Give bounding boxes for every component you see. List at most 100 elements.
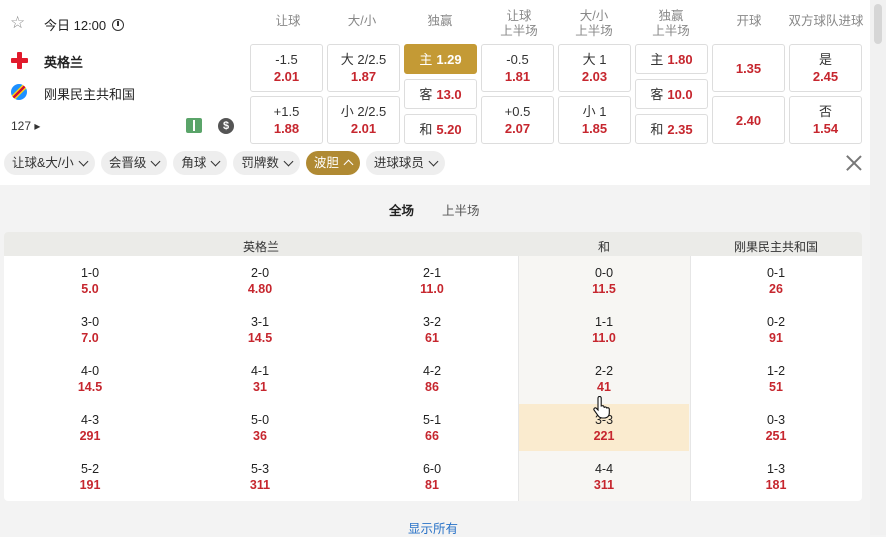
filter-cards[interactable]: 罚牌数 — [233, 151, 300, 175]
market-filter-bar: 让球&大/小 会晋级 角球 罚牌数 波胆 进球球员 — [4, 151, 445, 175]
score-odds: 51 — [769, 380, 783, 394]
score-odds: 7.0 — [81, 331, 99, 345]
odds-moneyline-home[interactable]: 主 1.29 — [404, 44, 477, 74]
chevron-down-icon — [150, 156, 161, 166]
odds-kickoff-away[interactable]: 2.40 — [712, 96, 785, 144]
odds-handicap-home[interactable]: -1.5 2.01 — [250, 44, 323, 92]
odds-moneyline-h1-away[interactable]: 客 10.0 — [635, 79, 708, 109]
score-odds: 36 — [253, 429, 267, 443]
score-cell[interactable]: 5-3 311 — [210, 461, 310, 493]
dr-congo-flag-icon — [11, 84, 27, 100]
score-cell[interactable]: 0-3 251 — [726, 412, 826, 444]
score-cell[interactable]: 4-1 31 — [210, 363, 310, 395]
filter-correct-score[interactable]: 波胆 — [305, 151, 360, 175]
chevron-up-icon — [343, 159, 354, 170]
score-cell[interactable]: 6-0 81 — [382, 461, 482, 493]
score-odds: 191 — [79, 478, 101, 492]
score-cell[interactable]: 1-2 51 — [726, 363, 826, 395]
score-odds: 61 — [425, 331, 439, 345]
score-cell[interactable]: 4-0 14.5 — [40, 363, 140, 395]
score-cell[interactable]: 2-2 41 — [554, 363, 654, 395]
odds-line: 客 — [650, 86, 664, 102]
match-time-text: 今日 12:00 — [44, 18, 107, 33]
score-cell[interactable]: 3-2 61 — [382, 314, 482, 346]
odds-value: 1.80 — [667, 51, 693, 67]
score-cell[interactable]: 4-2 86 — [382, 363, 482, 395]
clock-icon — [112, 19, 125, 31]
tab-full-time[interactable]: 全场 — [389, 200, 414, 219]
odds-btts-no[interactable]: 否 1.54 — [789, 96, 862, 144]
odds-handicap-h1-away[interactable]: +0.5 2.07 — [481, 96, 554, 144]
odds-over[interactable]: 大 2/2.5 1.87 — [327, 44, 400, 92]
close-icon[interactable] — [843, 152, 865, 174]
tab-first-half[interactable]: 上半场 — [442, 200, 480, 219]
score-label: 3-2 — [422, 315, 442, 329]
score-label: 6-0 — [422, 462, 442, 476]
dollar-icon[interactable]: $ — [218, 118, 234, 134]
odds-over-h1[interactable]: 大 1 2.03 — [558, 44, 631, 92]
col-both-teams-score: 双方球队进球 — [788, 14, 864, 28]
score-cell[interactable]: 5-1 66 — [382, 412, 482, 444]
filter-to-qualify[interactable]: 会晋级 — [100, 151, 168, 175]
odds-value: 2.03 — [581, 69, 608, 84]
show-all-link[interactable]: 显示所有 — [408, 518, 458, 537]
odds-value: 1.87 — [350, 69, 377, 84]
odds-moneyline-h1-home[interactable]: 主 1.80 — [635, 44, 708, 74]
away-team-name: 刚果民主共和国 — [44, 87, 136, 102]
odds-handicap-away[interactable]: +1.5 1.88 — [250, 96, 323, 144]
score-odds: 81 — [425, 478, 439, 492]
pitch-icon[interactable] — [186, 118, 202, 133]
score-cell[interactable]: 1-3 181 — [726, 461, 826, 493]
filter-label: 波胆 — [313, 156, 339, 170]
col-over-under-h1: 大/小 上半场 — [575, 9, 613, 38]
filter-goalscorer[interactable]: 进球球员 — [365, 151, 445, 175]
chevron-down-icon — [283, 156, 294, 166]
score-label: 4-4 — [594, 462, 614, 476]
odds-line: 和 — [419, 121, 433, 137]
odds-under-h1[interactable]: 小 1 1.85 — [558, 96, 631, 144]
score-odds: 91 — [769, 331, 783, 345]
score-cell[interactable]: 4-3 291 — [40, 412, 140, 444]
score-cell[interactable]: 0-0 11.5 — [554, 265, 654, 297]
odds-line: -0.5 — [506, 52, 529, 67]
favorite-star-icon[interactable]: ☆ — [10, 14, 25, 31]
home-team-name: 英格兰 — [44, 55, 84, 70]
score-cell[interactable]: 1-1 11.0 — [554, 314, 654, 346]
odds-value: 1.88 — [273, 121, 300, 136]
odds-value: 10.0 — [667, 86, 693, 102]
scrollbar[interactable] — [870, 0, 886, 535]
odds-btts-yes[interactable]: 是 2.45 — [789, 44, 862, 92]
odds-moneyline-away[interactable]: 客 13.0 — [404, 79, 477, 109]
odds-value: 2.35 — [667, 121, 693, 137]
odds-moneyline-h1-draw[interactable]: 和 2.35 — [635, 114, 708, 144]
more-markets-link[interactable]: 127 ▸ — [11, 119, 40, 133]
odds-value: 13.0 — [436, 86, 462, 102]
score-cell[interactable]: 1-0 5.0 — [40, 265, 140, 297]
odds-line: +0.5 — [504, 104, 531, 119]
score-cell[interactable]: 5-0 36 — [210, 412, 310, 444]
score-label: 3-1 — [250, 315, 270, 329]
score-cell[interactable]: 3-1 14.5 — [210, 314, 310, 346]
score-cell[interactable]: 2-1 11.0 — [382, 265, 482, 297]
filter-handicap-ou[interactable]: 让球&大/小 — [4, 151, 95, 175]
score-cell[interactable]: 2-0 4.80 — [210, 265, 310, 297]
odds-kickoff-home[interactable]: 1.35 — [712, 44, 785, 92]
score-label: 4-3 — [80, 413, 100, 427]
odds-value: 2.01 — [273, 69, 300, 84]
score-cell[interactable]: 0-1 26 — [726, 265, 826, 297]
score-cell[interactable]: 4-4 311 — [554, 461, 654, 493]
col-handicap-h1: 让球 上半场 — [500, 9, 538, 38]
score-odds: 251 — [765, 429, 787, 443]
score-cell[interactable]: 3-0 7.0 — [40, 314, 140, 346]
filter-corners[interactable]: 角球 — [173, 151, 228, 175]
divider — [518, 256, 519, 501]
score-label: 5-2 — [80, 462, 100, 476]
odds-moneyline-draw[interactable]: 和 5.20 — [404, 114, 477, 144]
odds-line: 大 1 — [582, 52, 607, 67]
scrollbar-thumb[interactable] — [874, 4, 882, 44]
score-label: 4-0 — [80, 364, 100, 378]
odds-under[interactable]: 小 2/2.5 2.01 — [327, 96, 400, 144]
score-cell[interactable]: 0-2 91 — [726, 314, 826, 346]
odds-handicap-h1-home[interactable]: -0.5 1.81 — [481, 44, 554, 92]
score-cell[interactable]: 5-2 191 — [40, 461, 140, 493]
